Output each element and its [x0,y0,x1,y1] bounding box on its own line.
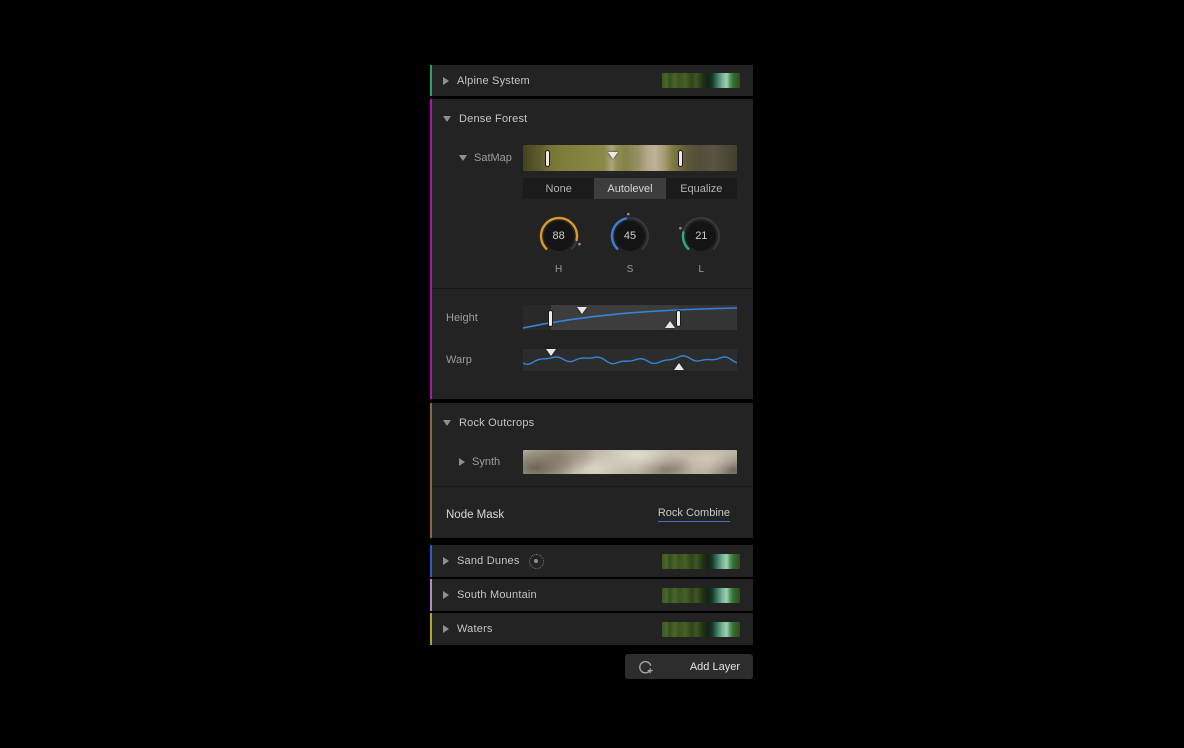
synth-row: Synth [432,450,753,474]
height-row: Height [432,305,753,330]
knob-value: 21 [676,211,726,261]
divider [432,288,753,289]
knob-label: H [555,264,562,275]
layer-row-alpine-system[interactable]: Alpine System [430,65,753,96]
mode-button-none[interactable]: None [523,178,594,199]
layer-name: Waters [457,623,493,635]
hue-knob[interactable]: 88 [534,211,584,261]
layer-row-sand-dunes[interactable]: Sand Dunes [430,545,753,577]
add-layer-circle-plus-icon [637,658,654,675]
collapse-arrow-icon[interactable] [443,557,449,565]
footer: Add Layer [430,654,753,679]
layer-name: Dense Forest [459,113,527,125]
warp-curve-editor[interactable] [523,349,737,371]
height-label: Height [432,312,523,324]
height-curve [523,305,737,330]
bottom-marker[interactable] [665,321,675,328]
layer-row-south-mountain[interactable]: South Mountain [430,579,753,611]
top-marker[interactable] [546,349,556,356]
knob-label: S [627,264,634,275]
warp-row: Warp [432,349,753,371]
range-handle-right[interactable] [676,310,681,327]
gradient-handle-right[interactable] [678,150,683,167]
layer-thumbnail[interactable] [662,622,740,637]
warp-label: Warp [432,354,523,366]
node-mask-label: Node Mask [446,509,504,521]
collapse-arrow-icon[interactable] [459,458,465,466]
node-mask-link[interactable]: Rock Combine [658,507,730,522]
layer-section-rock-outcrops: Rock Outcrops Synth Node Mask Rock Combi… [430,403,753,538]
layer-name: South Mountain [457,589,537,601]
mode-button-equalize[interactable]: Equalize [666,178,737,199]
levels-mode-segmented-control: None Autolevel Equalize [523,178,737,199]
layer-name: Sand Dunes [457,555,520,567]
satmap-label: SatMap [474,152,512,164]
expand-arrow-icon[interactable] [443,116,451,122]
collapse-arrow-icon[interactable] [443,625,449,633]
node-mask-row: Node Mask Rock Combine [432,487,753,538]
mode-button-autolevel[interactable]: Autolevel [594,178,665,199]
collapse-arrow-icon[interactable] [443,77,449,85]
knob-value: 45 [605,211,655,261]
layer-row-waters[interactable]: Waters [430,613,753,645]
layer-thumbnail[interactable] [662,554,740,569]
lightness-knob[interactable]: 21 [676,211,726,261]
knob-label: L [699,264,705,275]
bottom-marker[interactable] [674,363,684,370]
height-curve-editor[interactable] [523,305,737,330]
layer-thumbnail[interactable] [662,73,740,88]
hidden-eye-icon[interactable] [529,554,544,569]
saturation-knob[interactable]: 45 [605,211,655,261]
collapse-arrow-icon[interactable] [443,591,449,599]
expand-arrow-icon[interactable] [443,420,451,426]
layer-thumbnail[interactable] [662,588,740,603]
layer-name: Alpine System [457,75,530,87]
synth-texture-thumbnail[interactable] [523,450,737,474]
gradient-marker[interactable] [608,152,618,159]
layer-name: Rock Outcrops [459,417,534,429]
knob-value: 88 [534,211,584,261]
hsl-knobs-row: 88 H 45 S 21 L [523,211,737,275]
layer-header-rock-outcrops[interactable]: Rock Outcrops [432,403,753,433]
add-layer-button[interactable]: Add Layer [625,654,753,679]
layer-header-dense-forest[interactable]: Dense Forest [432,99,753,129]
gradient-handle-left[interactable] [545,150,550,167]
layer-section-dense-forest: Dense Forest SatMap None Autolevel Equal… [430,99,753,399]
range-handle-left[interactable] [548,310,553,327]
satmap-gradient-editor[interactable] [523,145,737,171]
expand-arrow-icon[interactable] [459,155,467,161]
layers-panel: Alpine System Dense Forest SatMap [430,65,753,679]
synth-label: Synth [472,456,500,468]
add-layer-label: Add Layer [690,661,740,673]
satmap-row: SatMap [432,145,753,171]
top-marker[interactable] [577,307,587,314]
